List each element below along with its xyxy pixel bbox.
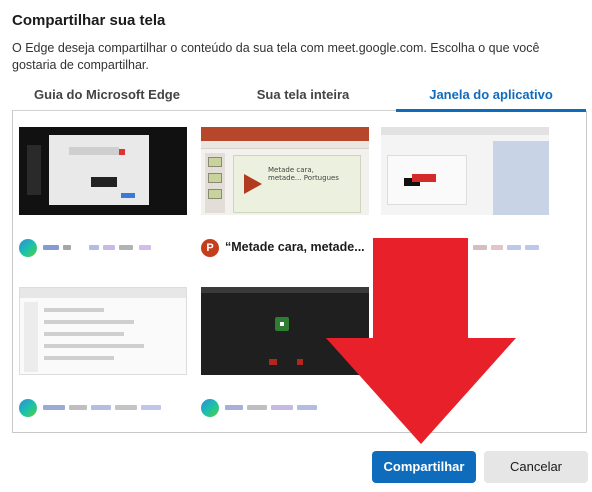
tab-edge-tab[interactable]: Guia do Microsoft Edge xyxy=(12,85,202,111)
edge-icon xyxy=(201,399,219,417)
powerpoint-icon: P xyxy=(201,239,219,257)
window-grid: Metade cara, metade... Portugues P “Meta… xyxy=(12,111,587,433)
window-thumbnail xyxy=(19,127,187,215)
tab-entire-screen[interactable]: Sua tela inteira xyxy=(208,85,398,111)
window-thumbnail: Metade cara, metade... Portugues xyxy=(201,127,369,215)
source-tabs: Guia do Microsoft Edge Sua tela inteira … xyxy=(12,85,586,112)
window-thumbnail xyxy=(201,287,369,375)
window-label-row xyxy=(19,397,187,417)
window-label-row xyxy=(381,237,549,257)
dialog-description: O Edge deseja compartilhar o conteúdo da… xyxy=(12,41,540,72)
window-title: “Metade cara, metade... xyxy=(225,240,365,254)
tab-app-window[interactable]: Janela do aplicativo xyxy=(396,85,586,112)
window-label-row xyxy=(19,237,187,257)
window-thumbnail xyxy=(381,127,549,215)
dialog-title: Compartilhar sua tela xyxy=(12,12,166,29)
edge-icon xyxy=(19,399,37,417)
slide-text: Metade cara, metade... Portugues xyxy=(268,166,339,182)
window-label-row: P “Metade cara, metade... xyxy=(201,237,369,257)
share-button[interactable]: Compartilhar xyxy=(372,451,476,483)
window-thumbnail xyxy=(19,287,187,375)
cancel-button[interactable]: Cancelar xyxy=(484,451,588,483)
window-label-row xyxy=(201,397,369,417)
share-screen-dialog: Compartilhar sua tela O Edge deseja comp… xyxy=(0,0,592,492)
edge-icon xyxy=(19,239,37,257)
